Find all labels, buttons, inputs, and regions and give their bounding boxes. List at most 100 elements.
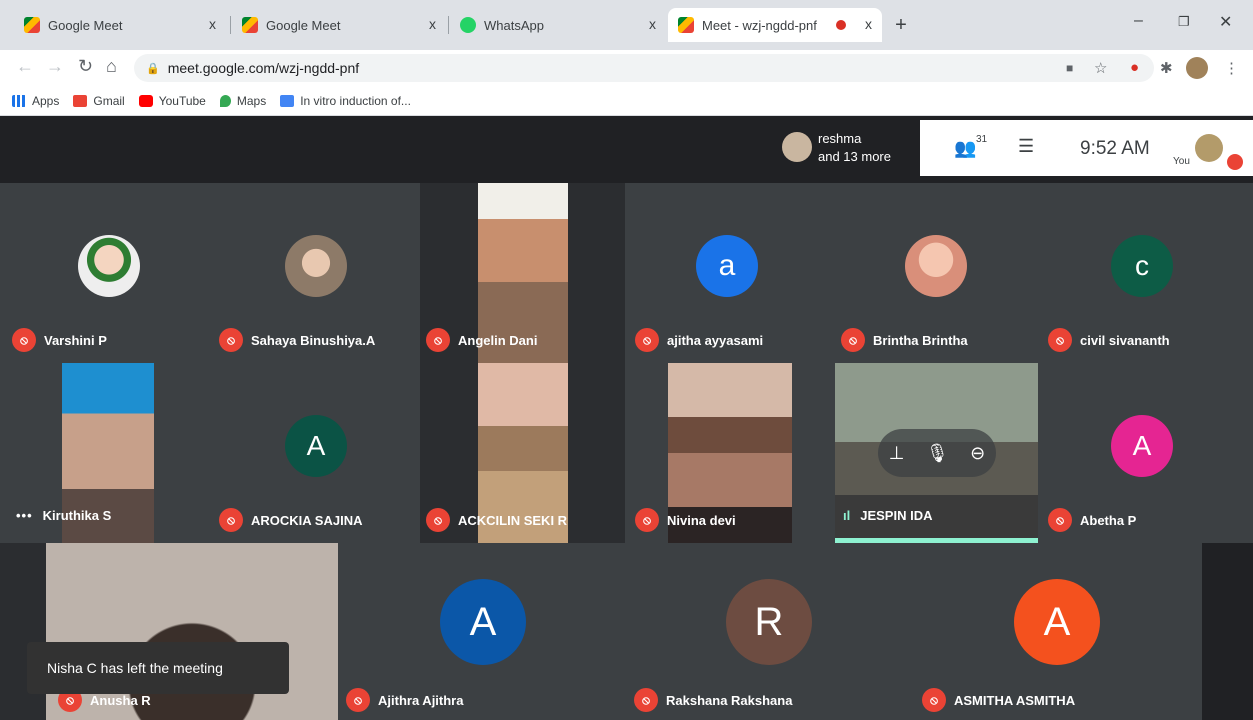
participant-name: Varshini P (44, 332, 107, 348)
remove-icon[interactable]: ⊖ (970, 443, 985, 464)
bookmark-youtube[interactable]: YouTube (138, 94, 206, 108)
presenter-more: and 13 more (818, 149, 891, 164)
participant-tile[interactable]: A ⦸ AROCKIA SAJINA (213, 363, 420, 543)
participant-label: ⦸ Angelin Dani (426, 328, 537, 352)
home-icon[interactable]: ⌂ (106, 56, 117, 77)
leave-notification-toast: Nisha C has left the meeting (27, 642, 289, 694)
mic-off-icon: ⦸ (219, 328, 243, 352)
participant-tile[interactable]: c ⦸ civil sivananth (1038, 183, 1253, 363)
participant-name: civil sivananth (1080, 332, 1170, 348)
mic-off-icon: ⦸ (634, 688, 658, 712)
bookmark-maps[interactable]: Maps (219, 94, 266, 108)
meeting-info-panel: 👥 31 ☰ 9:52 AM You (920, 120, 1253, 176)
toast-message: Nisha C has left the meeting (47, 660, 223, 676)
bookmark-gmail[interactable]: Gmail (73, 94, 125, 108)
participant-tile[interactable]: ⦸ Sahaya Binushiya.A (213, 183, 420, 363)
avatar-letter: A (469, 599, 497, 644)
reload-icon[interactable]: ↻ (78, 56, 93, 77)
url-text: meet.google.com/wzj-ngdd-pnf (167, 60, 360, 76)
mic-off-icon: ⦸ (1048, 508, 1072, 532)
bookmark-apps[interactable]: Apps (12, 94, 59, 108)
participant-name: ASMITHA ASMITHA (954, 692, 1076, 708)
participant-name: JESPIN IDA (860, 508, 933, 523)
participant-label: ⦸ Nivina devi (635, 508, 736, 532)
participant-label: ⦸ AROCKIA SAJINA (219, 508, 362, 532)
participant-name: Ajithra Ajithra (378, 692, 464, 708)
gmail-icon (73, 94, 88, 107)
pin-icon[interactable]: ⊥ (889, 443, 905, 464)
close-tab-icon[interactable]: x (649, 16, 656, 32)
presenter-summary[interactable]: reshma and 13 more (776, 120, 920, 176)
camera-permission-icon[interactable]: ■ (1066, 61, 1073, 75)
tab-google-meet-2[interactable]: Google Meet x (232, 8, 446, 42)
participant-name: Kiruthika S (42, 508, 112, 523)
minimize-icon[interactable]: – (1134, 12, 1143, 30)
tab-google-meet-1[interactable]: Google Meet x (14, 8, 226, 42)
new-tab-button[interactable]: + (890, 14, 912, 36)
participant-tile[interactable]: ••• Kiruthika S (0, 363, 213, 543)
google-meet-icon (678, 17, 694, 33)
presenter-avatar (782, 132, 812, 162)
mic-icon[interactable]: 🎙 (926, 443, 949, 464)
participant-label: ⦸ Abetha P (1048, 508, 1136, 532)
browser-tab-strip: Google Meet x Google Meet x WhatsApp x M… (0, 0, 1253, 50)
close-tab-icon[interactable]: x (865, 16, 872, 32)
chat-icon[interactable]: ☰ (1018, 136, 1034, 157)
presenter-name: reshma (818, 131, 862, 146)
google-meet-icon (242, 17, 258, 33)
participant-avatar: A (285, 415, 347, 477)
tab-title: Google Meet (48, 17, 123, 33)
chrome-menu-icon[interactable]: ⋮ (1224, 59, 1239, 77)
participant-tile[interactable]: ⦸ Varshini P (0, 183, 213, 363)
restore-icon[interactable]: ❐ (1178, 14, 1190, 30)
participant-tile[interactable]: ⦸ Nivina devi (625, 363, 835, 543)
tab-whatsapp[interactable]: WhatsApp x (450, 8, 666, 42)
participant-avatar: A (1014, 579, 1100, 665)
participant-photo (905, 235, 967, 297)
participant-name: Sahaya Binushiya.A (251, 332, 376, 348)
self-mic-off-icon (1227, 154, 1243, 170)
puzzle-extensions-icon[interactable]: ✱ (1160, 59, 1173, 77)
participant-tile[interactable]: ⦸ Brintha Brintha (835, 183, 1038, 363)
avatar-letter: R (754, 599, 784, 644)
forward-icon[interactable]: → (46, 56, 64, 77)
participant-tile[interactable]: ⦸ Angelin Dani (420, 183, 625, 363)
participant-tile[interactable]: R ⦸ Rakshana Rakshana (626, 543, 914, 720)
close-tab-icon[interactable]: x (209, 16, 216, 32)
participant-tile[interactable]: A ⦸ Ajithra Ajithra (338, 543, 626, 720)
extension-icon[interactable]: ● (1130, 59, 1139, 76)
bookmark-star-icon[interactable]: ☆ (1094, 59, 1107, 77)
participant-name: Rakshana Rakshana (666, 692, 793, 708)
back-icon[interactable]: ← (16, 56, 34, 77)
participant-tile[interactable]: A ⦸ Abetha P (1038, 363, 1253, 543)
profile-avatar[interactable] (1186, 57, 1208, 79)
mic-off-icon: ⦸ (922, 688, 946, 712)
apps-grid-icon (12, 94, 26, 107)
window-close-icon[interactable]: ✕ (1219, 12, 1232, 32)
tab-meet-active[interactable]: Meet - wzj-ngdd-pnf x (668, 8, 882, 42)
participant-tile[interactable]: a ⦸ ajitha ayyasami (625, 183, 835, 363)
mic-off-icon: ⦸ (841, 328, 865, 352)
close-tab-icon[interactable]: x (429, 16, 436, 32)
participant-tile[interactable]: ⦸ ACKCILIN SEKI R (420, 363, 625, 543)
participant-avatar: c (1111, 235, 1173, 297)
more-options-icon[interactable]: ••• (16, 508, 33, 523)
maps-pin-icon (219, 94, 231, 107)
participant-label: ••• Kiruthika S (16, 508, 111, 523)
mic-off-icon: ⦸ (219, 508, 243, 532)
participant-name: Anusha R (90, 692, 151, 708)
participant-avatar: R (726, 579, 812, 665)
participant-name: ajitha ayyasami (667, 332, 764, 348)
mic-off-icon: ⦸ (12, 328, 36, 352)
participant-avatar: A (1111, 415, 1173, 477)
address-bar[interactable]: 🔒 meet.google.com/wzj-ngdd-pnf (134, 54, 1154, 82)
avatar-letter: A (1132, 430, 1152, 461)
self-avatar[interactable] (1195, 134, 1223, 162)
participant-tile[interactable]: A ⦸ ASMITHA ASMITHA (914, 543, 1202, 720)
participant-name: Angelin Dani (458, 332, 538, 348)
people-icon[interactable]: 👥 (954, 138, 976, 159)
bookmarks-bar: Apps Gmail YouTube Maps In vitro inducti… (0, 86, 1253, 116)
bookmark-docs[interactable]: In vitro induction of... (280, 94, 411, 108)
avatar-letter: A (306, 430, 326, 461)
tile-hover-controls: ⊥ 🎙 ⊖ (878, 429, 996, 477)
